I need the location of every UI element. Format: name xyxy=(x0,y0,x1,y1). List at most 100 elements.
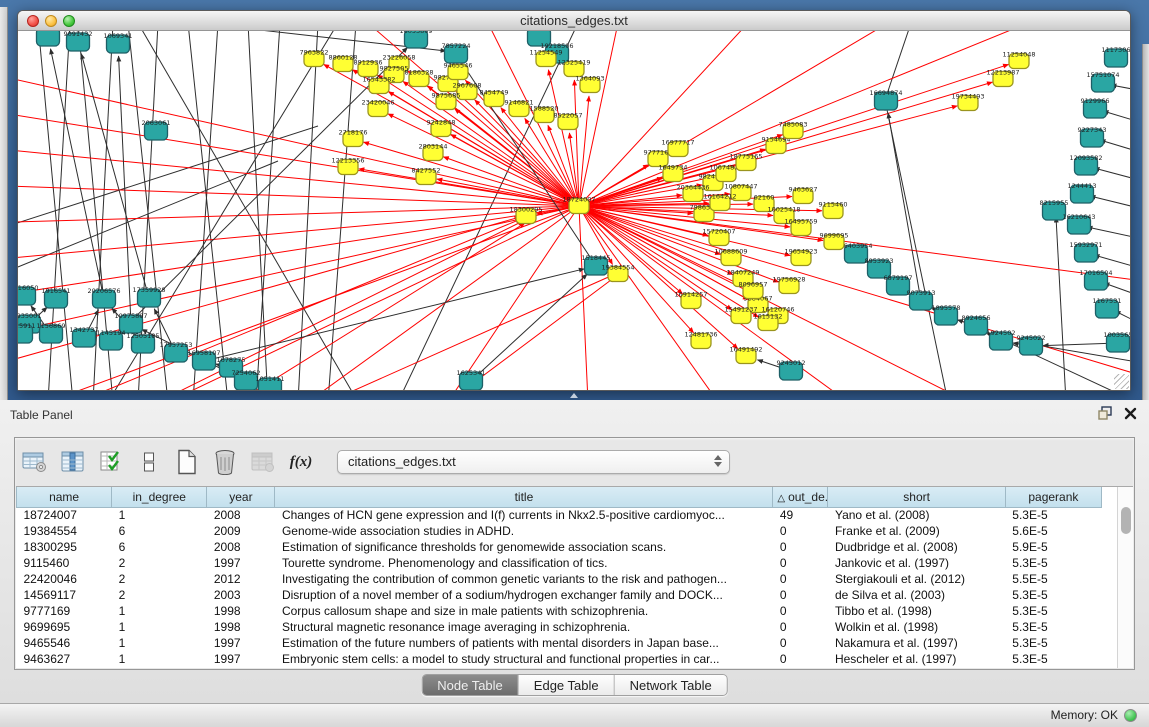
table-cell[interactable]: Wolkin et al. (1998) xyxy=(828,619,1005,635)
citation-edge-black[interactable] xyxy=(1094,255,1130,269)
table-cell[interactable]: 2008 xyxy=(207,507,275,523)
table-cell[interactable]: 2012 xyxy=(207,571,275,587)
table-cell[interactable]: Disruption of a novel member of a sodium… xyxy=(275,587,773,603)
citation-edge-black[interactable] xyxy=(888,113,921,301)
table-cell[interactable]: 0 xyxy=(773,555,828,571)
citation-edge-black[interactable] xyxy=(1100,140,1130,153)
table-cell[interactable]: 9463627 xyxy=(17,651,112,667)
table-cell[interactable]: 5.9E-5 xyxy=(1005,539,1101,555)
network-canvas[interactable]: 1605572909143210693411605380978572248813… xyxy=(18,31,1130,390)
citation-edge-red[interactable] xyxy=(579,31,618,206)
table-row[interactable]: 969969511998Structural magnetic resonanc… xyxy=(17,619,1102,635)
table-cell[interactable]: Jankovic et al. (1997) xyxy=(828,555,1005,571)
table-cell[interactable]: Estimation of significance thresholds fo… xyxy=(275,539,773,555)
citation-edge-red[interactable] xyxy=(579,206,790,255)
table-cell[interactable]: 18300295 xyxy=(17,539,112,555)
float-panel-icon[interactable] xyxy=(1098,406,1112,425)
citation-edge-black[interactable] xyxy=(193,31,218,390)
table-cell[interactable]: 5.3E-5 xyxy=(1005,619,1101,635)
table-row[interactable]: 977716911998Corpus callosum shape and si… xyxy=(17,603,1102,619)
function-builder-icon[interactable]: f(x) xyxy=(287,447,315,477)
close-window-icon[interactable] xyxy=(27,15,39,27)
citation-edge-red[interactable] xyxy=(579,106,957,206)
table-row[interactable]: 2242004622012Investigating the contribut… xyxy=(17,571,1102,587)
citation-edge-black[interactable] xyxy=(328,31,356,390)
citation-edge-black[interactable] xyxy=(886,31,911,97)
table-cell[interactable]: 2 xyxy=(112,555,207,571)
network-graph[interactable]: 1605572909143210693411605380978572248813… xyxy=(18,31,1130,390)
table-selector-dropdown[interactable]: citations_edges.txt xyxy=(337,450,730,474)
table-row[interactable]: 946362711997Embryonic stem cells: a mode… xyxy=(17,651,1102,667)
table-row[interactable]: 1456911722003Disruption of a novel membe… xyxy=(17,587,1102,603)
citation-edge-black[interactable] xyxy=(81,54,149,298)
citation-edge-red[interactable] xyxy=(579,206,1130,376)
table-cell[interactable]: 0 xyxy=(773,523,828,539)
table-cell[interactable]: 18724007 xyxy=(17,507,112,523)
table-cell[interactable]: 2 xyxy=(112,571,207,587)
window-resize-grip[interactable] xyxy=(1114,374,1129,389)
table-cell[interactable]: Investigating the contribution of common… xyxy=(275,571,773,587)
table-cell[interactable]: Dudbridge et al. (2008) xyxy=(828,539,1005,555)
table-vertical-scrollbar[interactable] xyxy=(1117,487,1133,668)
table-cell[interactable]: 2003 xyxy=(207,587,275,603)
citation-edge-black[interactable] xyxy=(471,274,587,381)
citation-edge-black[interactable] xyxy=(188,31,228,390)
table-cell[interactable]: 5.3E-5 xyxy=(1005,507,1101,523)
table-cell[interactable]: 1 xyxy=(112,603,207,619)
new-table-icon[interactable] xyxy=(173,447,201,477)
table-cell[interactable]: Hescheler et al. (1997) xyxy=(828,651,1005,667)
table-cell[interactable]: 0 xyxy=(773,539,828,555)
row-height-icon[interactable] xyxy=(135,447,163,477)
table-cell[interactable]: 5.3E-5 xyxy=(1005,651,1101,667)
citation-edge-black[interactable] xyxy=(138,31,358,390)
window-titlebar[interactable]: citations_edges.txt xyxy=(18,11,1130,31)
table-cell[interactable]: 2009 xyxy=(207,523,275,539)
citation-edge-black[interactable] xyxy=(1087,227,1130,239)
table-cell[interactable]: 49 xyxy=(773,507,828,523)
tab-node-table[interactable]: Node Table xyxy=(422,675,519,695)
table-cell[interactable]: 6 xyxy=(112,539,207,555)
table-cell[interactable]: Estimation of the future numbers of pati… xyxy=(275,635,773,651)
table-row[interactable]: 1938455462009Genome-wide association stu… xyxy=(17,523,1102,539)
table-cell[interactable]: Stergiakouli et al. (2012) xyxy=(828,571,1005,587)
table-settings-icon[interactable] xyxy=(21,447,49,477)
table-cell[interactable]: Franke et al. (2009) xyxy=(828,523,1005,539)
table-cell[interactable]: 0 xyxy=(773,651,828,667)
citation-edge-red[interactable] xyxy=(48,206,579,390)
table-cell[interactable]: 14569117 xyxy=(17,587,112,603)
column-header-short[interactable]: short xyxy=(828,487,1005,507)
table-cell[interactable]: 5.6E-5 xyxy=(1005,523,1101,539)
table-cell[interactable]: Tourette syndrome. Phenomenology and cla… xyxy=(275,555,773,571)
select-columns-icon[interactable] xyxy=(97,447,125,477)
citation-edge-black[interactable] xyxy=(1090,196,1130,209)
table-cell[interactable]: Corpus callosum shape and size in male p… xyxy=(275,603,773,619)
citation-edge-red[interactable] xyxy=(579,31,1028,206)
splitter-grip[interactable] xyxy=(570,393,578,398)
table-cell[interactable]: 0 xyxy=(773,587,828,603)
citation-edge-black[interactable] xyxy=(256,31,280,390)
table-cell[interactable]: 0 xyxy=(773,619,828,635)
citation-edge-red[interactable] xyxy=(448,206,579,390)
table-cell[interactable]: 6 xyxy=(112,523,207,539)
table-cell[interactable]: 0 xyxy=(773,603,828,619)
citation-edge-red[interactable] xyxy=(308,206,579,390)
table-cell[interactable]: 1997 xyxy=(207,651,275,667)
column-header-name[interactable]: name xyxy=(17,487,112,507)
table-row[interactable]: 1872400712008Changes of HCN gene express… xyxy=(17,507,1102,523)
column-header-pagerank[interactable]: pagerank xyxy=(1005,487,1101,507)
table-cell[interactable]: Changes of HCN gene expression and I(f) … xyxy=(275,507,773,523)
table-cell[interactable]: Tibbo et al. (1998) xyxy=(828,603,1005,619)
table-cell[interactable]: Embryonic stem cells: a model to study s… xyxy=(275,651,773,667)
column-header-title[interactable]: title xyxy=(275,487,773,507)
graph-node[interactable] xyxy=(37,31,60,46)
scrollbar-thumb[interactable] xyxy=(1121,507,1131,534)
table-cell[interactable]: 9699695 xyxy=(17,619,112,635)
table-cell[interactable]: 2008 xyxy=(207,539,275,555)
table-cell[interactable]: 22420046 xyxy=(17,571,112,587)
table-cell[interactable]: 1998 xyxy=(207,603,275,619)
table-row[interactable]: 1830029562008Estimation of significance … xyxy=(17,539,1102,555)
citation-edge-black[interactable] xyxy=(1056,217,1066,390)
table-cell[interactable]: 1 xyxy=(112,507,207,523)
table-cell[interactable]: 1 xyxy=(112,651,207,667)
citation-edge-black[interactable] xyxy=(1094,168,1130,181)
